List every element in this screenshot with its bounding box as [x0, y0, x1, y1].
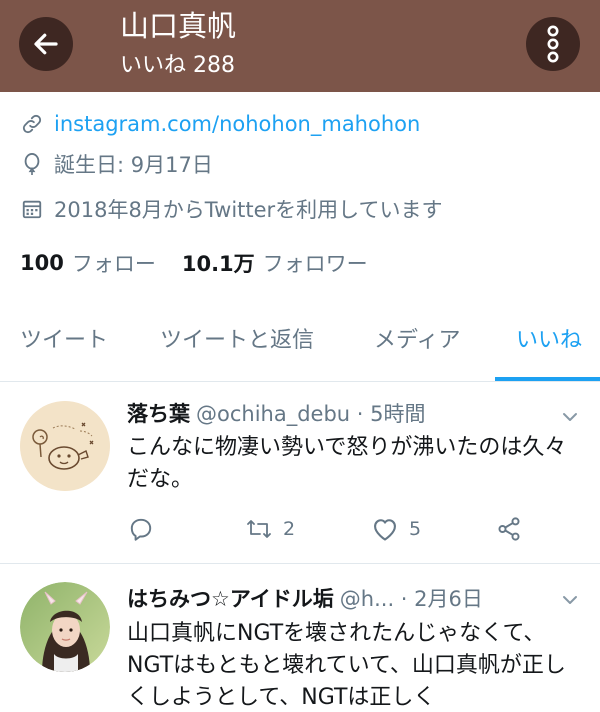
chevron-down-icon[interactable] [560, 407, 580, 427]
tweet-header: 落ち葉 @ochiha_debu · 5時間 [127, 399, 426, 429]
tweet-item[interactable]: はちみつ☆アイドル垢 @h... · 2月6日 山口真帆にNGTを壊されたんじゃな… [0, 564, 600, 712]
like-button[interactable]: 5 [371, 515, 421, 543]
followers-label[interactable]: フォロワー [263, 248, 368, 278]
tweet-item[interactable]: 落ち葉 @ochiha_debu · 5時間 こんなに物凄い勢いで怒りが沸いたのは… [0, 383, 600, 563]
avatar[interactable] [20, 582, 110, 672]
active-tab-indicator [495, 377, 600, 381]
header-likes-count: いいね 288 [120, 53, 235, 78]
more-button[interactable] [526, 17, 580, 71]
tweet-author-name[interactable]: 落ち葉 [127, 402, 190, 426]
joined-row: 2018年8月からTwitterを利用しています [20, 193, 443, 225]
share-icon [495, 515, 523, 543]
reply-icon [127, 515, 155, 543]
tab-tweets-replies[interactable]: ツイートと返信 [160, 324, 314, 358]
header-title: 山口真帆 [120, 9, 237, 43]
tweet-header: はちみつ☆アイドル垢 @h... · 2月6日 [127, 584, 483, 614]
follow-stats: 100 フォロー 10.1万 フォロワー [20, 246, 394, 280]
profile-link[interactable]: instagram.com/nohohon_mahohon [54, 112, 420, 136]
like-count: 5 [409, 518, 422, 540]
retweet-button[interactable]: 2 [245, 515, 295, 543]
following-label[interactable]: フォロー [72, 248, 156, 278]
tweet-text: 山口真帆にNGTを壊されたんじゃなくて、NGTはもともと壊れていて、山口真帆が正… [127, 621, 566, 710]
birthday-text: 誕生日: 9月17日 [54, 153, 213, 177]
chevron-down-icon[interactable] [560, 590, 580, 610]
tweet-actions: 2 5 [127, 515, 547, 545]
more-vertical-icon [547, 25, 559, 63]
following-count[interactable]: 100 [20, 251, 64, 275]
profile-header: 山口真帆 いいね 288 [0, 0, 600, 92]
link-icon [20, 112, 44, 136]
joined-text: 2018年8月からTwitterを利用しています [54, 198, 443, 222]
balloon-icon [20, 152, 44, 176]
reply-button[interactable] [127, 515, 165, 543]
arrow-left-icon [34, 33, 58, 55]
tweet-author-name[interactable]: はちみつ☆アイドル垢 [127, 587, 334, 611]
profile-link-row[interactable]: instagram.com/nohohon_mahohon [20, 108, 420, 140]
tab-media[interactable]: メディア [374, 324, 460, 358]
avatar[interactable] [20, 401, 110, 491]
profile-tabs: ツイート ツイートと返信 メディア いいね [0, 316, 600, 382]
tab-likes[interactable]: いいね [516, 324, 582, 358]
tweet-meta: @ochiha_debu · 5時間 [196, 402, 426, 426]
tweet-meta: @h... · 2月6日 [339, 587, 483, 611]
retweet-icon [245, 515, 273, 543]
back-button[interactable] [19, 17, 73, 71]
followers-count[interactable]: 10.1万 [182, 248, 255, 278]
retweet-count: 2 [283, 518, 296, 540]
heart-icon [371, 515, 399, 543]
tab-tweets[interactable]: ツイート [20, 324, 108, 358]
calendar-icon [20, 197, 44, 221]
birthday-row: 誕生日: 9月17日 [20, 148, 213, 180]
tweet-text: こんなに物凄い勢いで怒りが沸いたのは久々だな。 [127, 435, 567, 492]
share-button[interactable] [495, 515, 533, 543]
